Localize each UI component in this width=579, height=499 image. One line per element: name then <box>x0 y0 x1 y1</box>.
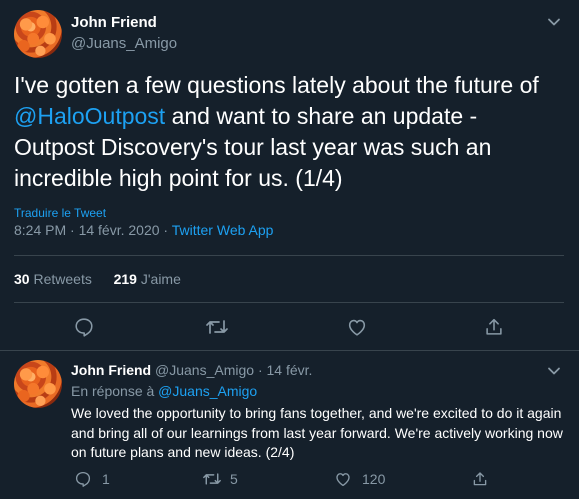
timestamp[interactable]: 8:24 PM · 14 févr. 2020 <box>14 222 160 238</box>
retweet-count: 5 <box>230 471 238 487</box>
chevron-down-icon[interactable] <box>547 364 561 378</box>
like-icon <box>334 470 352 488</box>
divider <box>14 302 564 303</box>
source-link[interactable]: Twitter Web App <box>172 222 274 238</box>
retweets-count: 30 <box>14 271 30 287</box>
reply-author-handle[interactable]: @Juans_Amigo <box>155 362 254 378</box>
chevron-down-icon[interactable] <box>547 15 561 29</box>
reply-author-name[interactable]: John Friend <box>71 362 151 378</box>
replying-to-handle[interactable]: @Juans_Amigo <box>158 383 257 399</box>
reply-date[interactable]: · 14 févr. <box>258 362 312 378</box>
tweet-text-start: I've gotten a few questions lately about… <box>14 72 539 98</box>
author-handle[interactable]: @Juans_Amigo <box>71 35 177 52</box>
reply-header: John Friend @Juans_Amigo · 14 févr. <box>71 362 312 378</box>
reply-count: 1 <box>102 471 110 487</box>
translate-link[interactable]: Traduire le Tweet <box>14 206 106 220</box>
tweet-meta: 8:24 PM · 14 févr. 2020 · Twitter Web Ap… <box>14 222 273 238</box>
likes-label: J'aime <box>140 271 181 287</box>
divider <box>14 255 564 256</box>
reply-icon[interactable] <box>73 316 95 338</box>
reply-action-retweet[interactable]: 5 <box>202 470 238 488</box>
retweets-label: Retweets <box>33 271 92 287</box>
retweets-stat[interactable]: 30 Retweets <box>14 271 92 287</box>
reply-text: We loved the opportunity to bring fans t… <box>71 405 563 460</box>
likes-stat[interactable]: 219 J'aime <box>114 271 181 287</box>
share-icon[interactable] <box>471 470 489 488</box>
mention-link[interactable]: @HaloOutpost <box>14 103 165 129</box>
meta-separator: · <box>159 222 172 238</box>
engagement-stats: 30 Retweets 219 J'aime <box>14 271 181 287</box>
replying-to: En réponse à @Juans_Amigo <box>71 383 257 399</box>
reply-action-like[interactable]: 120 <box>334 470 385 488</box>
share-icon[interactable] <box>483 316 505 338</box>
author-name[interactable]: John Friend <box>71 14 157 31</box>
divider <box>0 350 579 351</box>
replying-to-label: En réponse à <box>71 383 159 399</box>
reply-icon <box>74 470 92 488</box>
likes-count: 219 <box>113 271 137 287</box>
retweet-icon <box>202 470 222 488</box>
like-icon[interactable] <box>346 316 368 338</box>
reply-action-reply[interactable]: 1 <box>74 470 110 488</box>
tweet-text: I've gotten a few questions lately about… <box>14 70 564 194</box>
avatar[interactable] <box>14 10 62 58</box>
retweet-icon[interactable] <box>205 316 229 338</box>
like-count: 120 <box>362 471 386 487</box>
reply-avatar[interactable] <box>14 360 62 408</box>
